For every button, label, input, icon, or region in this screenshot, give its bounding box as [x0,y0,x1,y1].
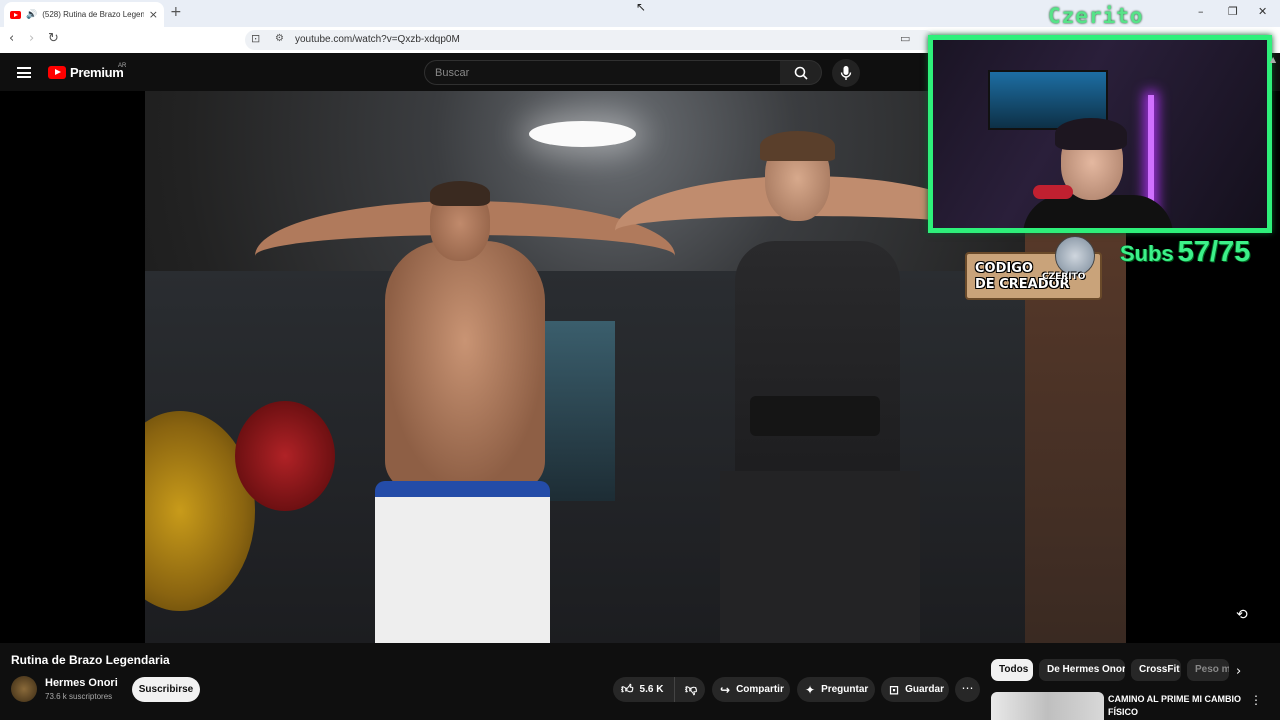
country-code: AR [118,63,127,69]
person-right-belt [750,396,880,436]
person-right-hair [760,131,835,161]
dislike-button[interactable]: 👎︎ [675,682,703,697]
like-count: 5.6 K [639,684,664,695]
creator-code-tag: CZERITO [1042,272,1086,282]
share-icon: ↪ [720,682,731,697]
youtube-play-icon [48,66,66,79]
back-icon[interactable]: ‹ [9,31,14,46]
video-title: Rutina de Brazo Legendaria [11,653,170,667]
search-icon [794,66,808,80]
sparkle-icon: ✦ [805,682,816,697]
mouse-cursor-icon: ↖ [636,0,647,14]
microphone-icon [1033,185,1073,199]
save-label: Guardar [905,684,944,695]
subs-label: Subs [1120,241,1174,266]
search-button[interactable] [780,60,822,85]
person-left-torso [385,241,545,491]
bookmark-icon: ⊡ [889,682,900,697]
like-button[interactable]: 👍︎ 5.6 K [613,677,675,702]
ceiling-light [529,121,636,147]
streamer-body [1023,195,1173,228]
streamer-name: Czerito [1048,4,1144,28]
recommendation-thumbnail[interactable] [991,692,1104,720]
like-dislike-group: 👍︎ 5.6 K 👎︎ [613,677,705,702]
channel-avatar[interactable] [11,676,37,702]
cast-icon[interactable]: ▭ [900,32,910,45]
close-window-button[interactable]: ✕ [1258,5,1267,18]
channel-name[interactable]: Hermes Onori [45,677,118,689]
loop-icon[interactable]: ⟲ [1236,607,1248,623]
person-left-hair [430,181,490,206]
forward-icon[interactable]: › [29,31,34,46]
logo-text: Premium [70,65,124,80]
speaker-icon[interactable]: 🔊 [26,10,37,20]
bookmark-icon[interactable]: ⊡ [251,32,260,45]
url-text[interactable]: youtube.com/watch?v=Qxzb-xdqp0M [295,34,460,45]
save-button[interactable]: ⊡ Guardar [881,677,949,702]
thumbs-down-icon: 👎︎ [685,682,698,696]
subs-count: 57/75 [1177,236,1251,268]
creator-code-banner: CODIGO DE CREADOR CZERITO [965,236,1102,300]
chip-weight[interactable]: Peso m [1187,659,1229,681]
more-actions-icon[interactable]: ⋯ [955,677,980,702]
scroll-up-icon[interactable]: ▲ [1270,55,1278,64]
browser-tab[interactable]: 🔊 (528) Rutina de Brazo Legendaria - You… [4,2,164,27]
thumbs-up-icon: 👍︎ [621,682,634,696]
share-button[interactable]: ↪ Compartir [712,677,790,702]
chevron-right-icon[interactable]: › [1236,664,1241,679]
chip-crossfit[interactable]: CrossFit [1131,659,1181,681]
subs-goal: Subs 57/75 [1120,236,1250,269]
microphone-icon [840,66,852,80]
chip-all[interactable]: Todos [991,659,1033,681]
tab-close-icon[interactable]: × [149,8,158,21]
youtube-logo[interactable]: Premium [48,65,124,80]
person-right-legs [720,471,920,643]
address-bar[interactable]: ⊡ ⚙ youtube.com/watch?v=Qxzb-xdqp0M ▭ [245,30,935,50]
search-placeholder: Buscar [435,67,470,79]
subscribe-button[interactable]: Suscribirse [132,677,200,702]
youtube-favicon-icon [10,10,21,19]
streamer-hair [1055,118,1127,150]
ask-label: Preguntar [821,684,869,695]
channel-subscriber-count: 73.6 k suscriptores [45,692,113,701]
tab-title: (528) Rutina de Brazo Legendaria - YouTu… [42,10,144,19]
search-input[interactable]: Buscar [424,60,781,85]
person-left-shorts [375,481,550,643]
creator-code-line1: CODIGO [975,261,1033,276]
new-tab-button[interactable]: + [170,4,182,20]
share-label: Compartir [736,684,784,695]
minimize-button[interactable]: – [1198,5,1204,18]
ask-button[interactable]: ✦ Preguntar [797,677,875,702]
voice-search-button[interactable] [832,59,860,87]
webcam-led-light [1148,95,1154,215]
maximize-button[interactable]: ❐ [1228,5,1238,18]
recommendation-menu-icon[interactable]: ⋮ [1250,693,1262,707]
reload-icon[interactable]: ↻ [48,31,59,46]
site-info-icon[interactable]: ⚙ [275,33,284,44]
menu-icon[interactable] [17,67,31,78]
weight-plate-red [235,401,335,511]
chip-from-channel[interactable]: De Hermes Onori [1039,659,1125,681]
recommendation-title[interactable]: CAMINO AL PRIME MI CAMBIO FÍSICO [1108,693,1248,719]
webcam-overlay [928,35,1272,233]
